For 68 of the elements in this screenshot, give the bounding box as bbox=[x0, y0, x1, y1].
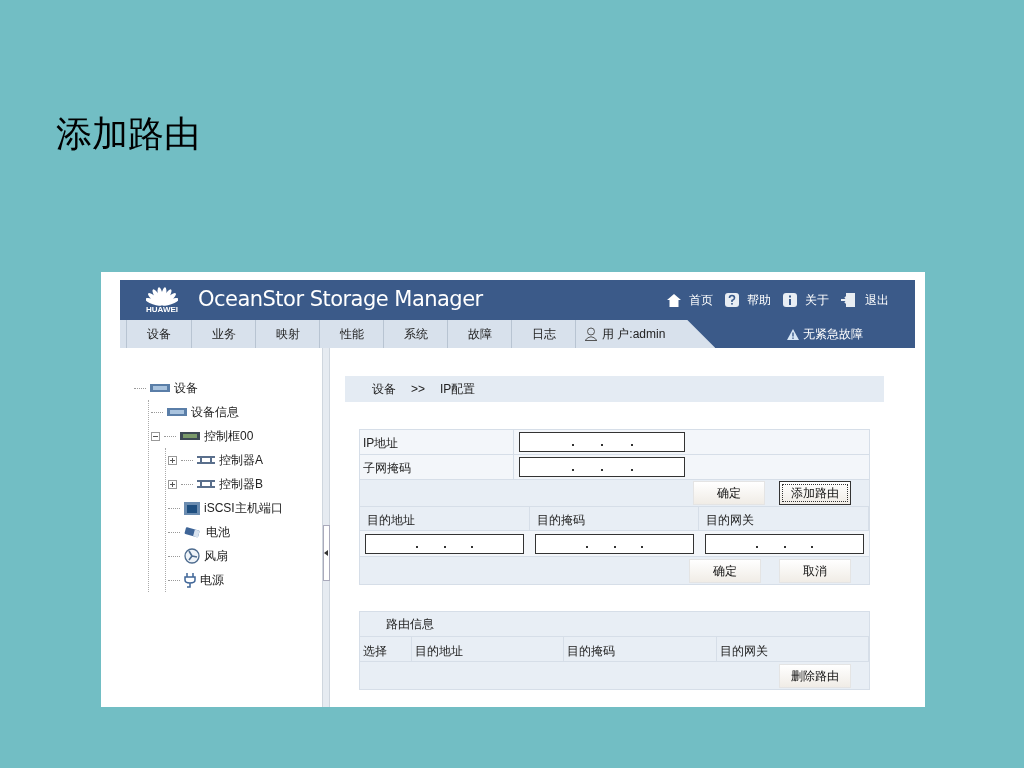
tree-item[interactable]: 控制器B bbox=[219, 475, 263, 493]
column-header: 选择 bbox=[360, 637, 412, 661]
ip-address-field[interactable] bbox=[519, 457, 685, 477]
ip-address-field[interactable] bbox=[535, 533, 694, 554]
nav-tab[interactable]: 设备 bbox=[126, 320, 192, 348]
tree-item[interactable]: 控制器A bbox=[219, 451, 263, 469]
alarm-status: 无紧急故障 bbox=[803, 326, 863, 343]
column-header: 目的地址 bbox=[412, 637, 565, 661]
nav-tab[interactable]: 日志 bbox=[512, 320, 576, 348]
breadcrumb-item[interactable]: IP配置 bbox=[440, 380, 476, 398]
logo-icon bbox=[146, 286, 178, 306]
controller-icon bbox=[197, 479, 215, 489]
column-header: 目的地址 bbox=[360, 507, 530, 530]
button[interactable]: 确定 bbox=[693, 481, 765, 505]
tree-item[interactable]: 电池 bbox=[206, 523, 230, 541]
tree-item[interactable]: 风扇 bbox=[204, 547, 228, 565]
user-icon bbox=[584, 327, 598, 341]
tree-item[interactable]: 设备 bbox=[174, 379, 198, 397]
port-icon bbox=[184, 501, 200, 515]
header-link[interactable]: 帮助 bbox=[747, 291, 771, 309]
battery-icon bbox=[184, 526, 202, 538]
help-icon bbox=[725, 293, 739, 307]
header-link[interactable]: 退出 bbox=[865, 291, 889, 309]
header-link[interactable]: 关于 bbox=[805, 291, 829, 309]
tree-item[interactable]: 控制框00 bbox=[204, 427, 254, 445]
collapse-handle[interactable] bbox=[322, 524, 330, 581]
expand-icon[interactable] bbox=[168, 455, 177, 465]
nav-tab[interactable]: 故障 bbox=[448, 320, 512, 348]
tree-item[interactable]: 电源 bbox=[200, 571, 224, 589]
device-icon bbox=[167, 407, 187, 417]
exit-icon bbox=[841, 293, 857, 307]
info-icon bbox=[783, 293, 797, 307]
button[interactable]: 添加路由 bbox=[779, 481, 851, 505]
field-label: 子网掩码 bbox=[360, 455, 514, 479]
table-title: 路由信息 bbox=[386, 616, 434, 633]
column-header: 目的掩码 bbox=[564, 637, 717, 661]
expand-icon[interactable] bbox=[168, 479, 177, 489]
device-icon bbox=[180, 431, 200, 441]
button[interactable]: 删除路由 bbox=[779, 663, 851, 688]
button[interactable]: 取消 bbox=[779, 558, 851, 583]
column-header: 目的网关 bbox=[699, 507, 869, 530]
tree-item[interactable]: 设备信息 bbox=[191, 403, 239, 421]
plug-icon bbox=[184, 572, 196, 588]
controller-icon bbox=[197, 455, 215, 465]
warning-icon bbox=[787, 328, 799, 340]
caret-icon bbox=[324, 549, 328, 556]
header-link[interactable]: 首页 bbox=[689, 291, 713, 309]
home-icon bbox=[667, 293, 681, 307]
button[interactable]: 确定 bbox=[689, 558, 761, 583]
field-label: IP地址 bbox=[360, 430, 514, 454]
tree-item[interactable]: iSCSI主机端口 bbox=[204, 499, 283, 517]
nav-tab[interactable]: 业务 bbox=[192, 320, 256, 348]
ip-address-field[interactable] bbox=[365, 533, 524, 554]
breadcrumb-item[interactable]: 设备 bbox=[372, 380, 396, 398]
device-icon bbox=[150, 383, 170, 393]
user-label: 用 户:admin bbox=[602, 326, 666, 343]
column-header: 目的掩码 bbox=[529, 507, 700, 530]
breadcrumb-item: >> bbox=[411, 381, 425, 398]
column-header: 目的网关 bbox=[716, 637, 869, 661]
nav-tab[interactable]: 映射 bbox=[256, 320, 320, 348]
slide-title: 添加路由 bbox=[56, 112, 200, 156]
fan-icon bbox=[184, 548, 200, 564]
ip-address-field[interactable] bbox=[519, 432, 685, 452]
app-title: OceanStor Storage Manager bbox=[198, 286, 483, 314]
ip-address-field[interactable] bbox=[705, 533, 864, 554]
collapse-icon[interactable] bbox=[151, 431, 160, 441]
nav-tab[interactable]: 系统 bbox=[384, 320, 448, 348]
logo-text: HUAWEI bbox=[146, 306, 178, 314]
